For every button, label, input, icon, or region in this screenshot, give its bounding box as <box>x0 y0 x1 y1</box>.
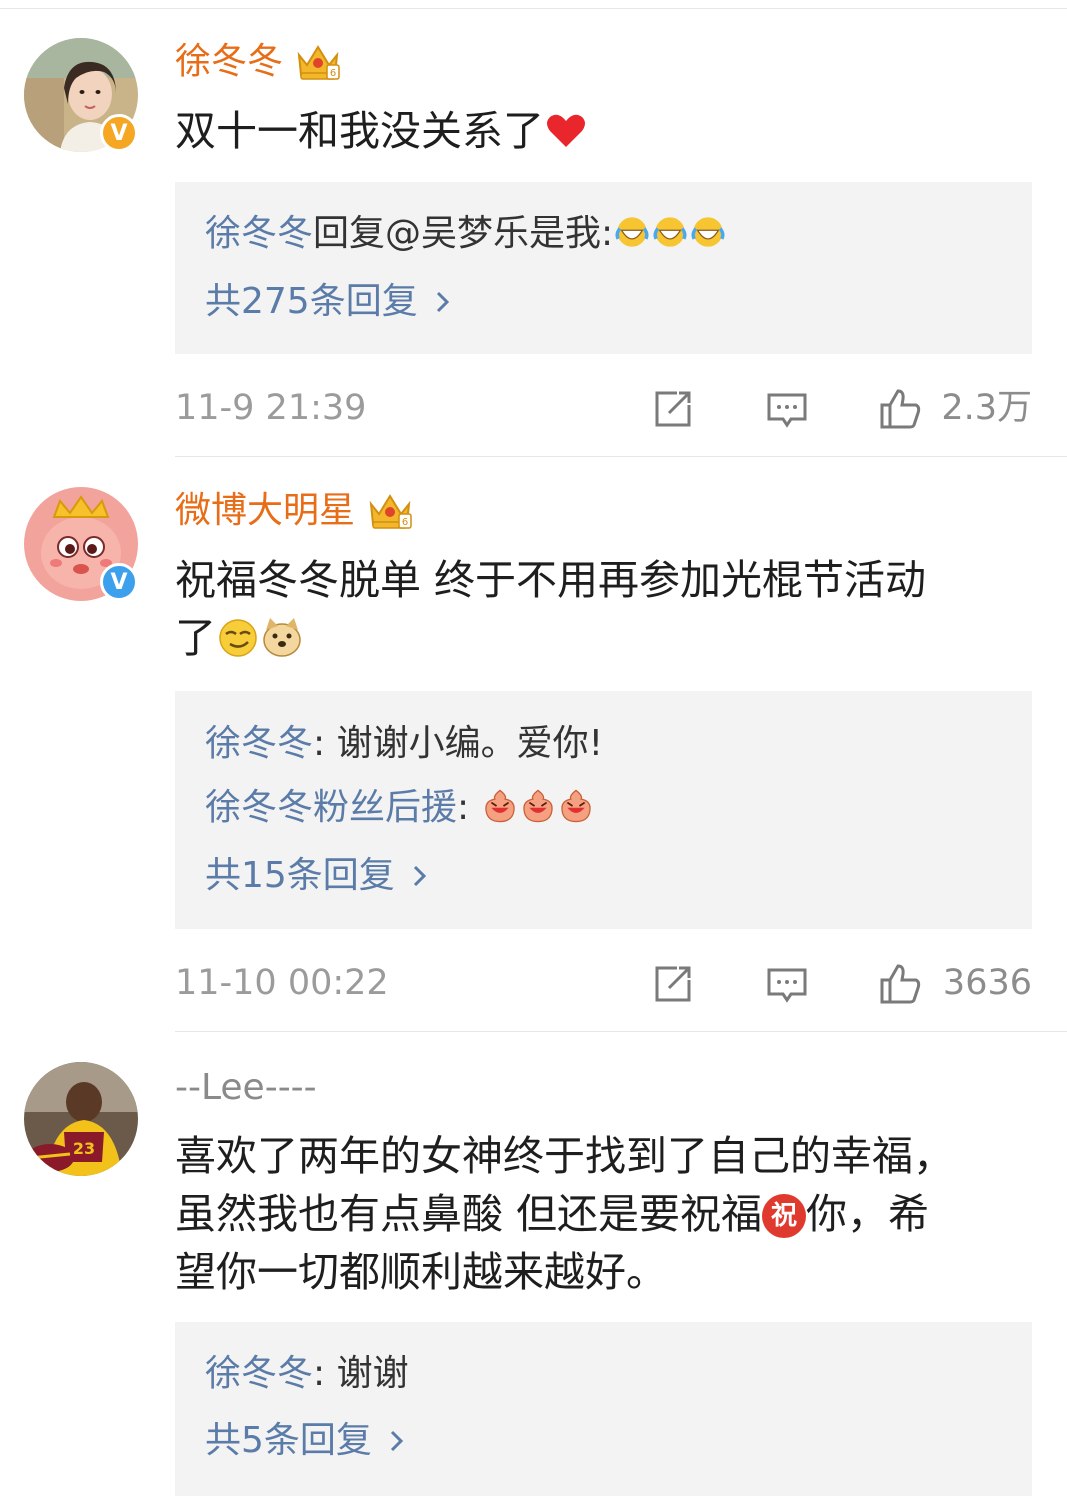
comment-text: 喜欢了两年的女神终于找到了自己的幸福， 虽然我也有点鼻酸 但还是要祝福祝你，希 … <box>175 1127 1025 1301</box>
chevron-right-icon <box>390 1430 404 1452</box>
comment-text-content: 了 <box>175 614 216 662</box>
comment-meta: 11-10 00:22 3636 <box>175 958 1032 1008</box>
more-replies-text[interactable]: 共15条回复 <box>205 854 395 898</box>
comment-text-content: 双十一和我没关系了 <box>175 107 544 155</box>
comment-text: 祝福冬冬脱单 终于不用再参加光棍节活动 了 <box>175 551 1025 667</box>
comment-text-content: 虽然我也有点鼻酸 但还是要祝福 <box>175 1190 763 1238</box>
reply-box[interactable]: 徐冬冬: 谢谢小编。爱你! 徐冬冬粉丝后援: 共15条回复 <box>175 691 1032 929</box>
comment-text-line: 了 <box>175 609 1025 667</box>
reply-username[interactable]: 徐冬冬粉丝后援 <box>205 787 457 828</box>
cute-laugh-emoji <box>522 789 553 823</box>
reply-item[interactable]: 徐冬冬粉丝后援: <box>205 786 595 830</box>
like-icon[interactable] <box>878 387 922 431</box>
username[interactable]: 徐冬冬 6 <box>175 40 341 84</box>
username-text[interactable]: --Lee---- <box>175 1066 317 1110</box>
divider <box>175 1031 1067 1032</box>
reply-item[interactable]: 徐冬冬: 谢谢小编。爱你! <box>205 722 603 766</box>
reply-text: 回复@吴梦乐是我: <box>313 213 614 254</box>
blessing-badge-icon: 祝 <box>762 1194 807 1238</box>
username-text[interactable]: 徐冬冬 <box>175 40 283 84</box>
reply-item[interactable]: 徐冬冬: 谢谢 <box>205 1352 409 1396</box>
comment-meta: 11-9 21:39 2.3万 <box>175 383 1032 433</box>
timestamp: 11-9 21:39 <box>175 388 367 428</box>
comment-text-line: 望你一切都顺利越来越好。 <box>175 1248 667 1296</box>
svg-text:23: 23 <box>73 1139 95 1158</box>
repost-icon[interactable] <box>651 387 695 431</box>
laugh-cry-emoji <box>653 217 687 247</box>
laugh-cry-emoji <box>691 217 725 247</box>
avatar[interactable]: 23 <box>24 1062 138 1176</box>
verified-badge: V <box>100 563 138 601</box>
more-replies-text[interactable]: 共5条回复 <box>205 1419 372 1463</box>
top-divider <box>0 8 1067 9</box>
more-replies-text[interactable]: 共275条回复 <box>205 280 418 324</box>
reply-username[interactable]: 徐冬冬 <box>205 1353 313 1394</box>
crown-icon: 6 <box>297 45 340 80</box>
reply-item[interactable]: 徐冬冬回复@吴梦乐是我: <box>205 212 727 256</box>
smirk-emoji <box>219 619 257 657</box>
reply-text: : 谢谢 <box>313 1353 409 1394</box>
like-icon[interactable] <box>878 962 922 1006</box>
doge-emoji <box>263 618 301 657</box>
divider <box>175 456 1067 457</box>
more-replies-link[interactable]: 共5条回复 <box>205 1419 408 1463</box>
cute-laugh-emoji <box>560 789 591 823</box>
chevron-right-icon <box>413 865 426 887</box>
reply-username[interactable]: 徐冬冬 <box>205 213 313 254</box>
comment-text-line: 祝福冬冬脱单 终于不用再参加光棍节活动 <box>175 556 927 604</box>
crown-icon: 6 <box>369 494 412 529</box>
reply-text: : 谢谢小编。爱你! <box>313 723 604 764</box>
timestamp: 11-10 00:22 <box>175 963 389 1003</box>
comment-text-line: 虽然我也有点鼻酸 但还是要祝福祝你，希 <box>175 1185 1025 1243</box>
comment-text-content: 你，希 <box>806 1190 930 1238</box>
more-replies-link[interactable]: 共15条回复 <box>205 854 431 898</box>
username[interactable]: --Lee---- <box>175 1066 317 1110</box>
chevron-right-icon <box>436 291 449 313</box>
comment-icon[interactable] <box>765 387 809 431</box>
username[interactable]: 微博大明星 6 <box>175 489 413 533</box>
comment-text: 双十一和我没关系了 <box>175 102 1025 160</box>
comment-icon[interactable] <box>765 962 809 1006</box>
repost-icon[interactable] <box>651 962 695 1006</box>
reply-text: : <box>457 787 481 828</box>
cute-laugh-emoji <box>484 789 515 823</box>
reply-box[interactable]: 徐冬冬回复@吴梦乐是我: 共275条回复 <box>175 182 1032 354</box>
svg-text:6: 6 <box>402 517 408 528</box>
more-replies-link[interactable]: 共275条回复 <box>205 280 454 324</box>
reply-username[interactable]: 徐冬冬 <box>205 723 313 764</box>
username-text[interactable]: 微博大明星 <box>175 489 355 533</box>
svg-text:6: 6 <box>330 68 336 79</box>
verified-badge: V <box>100 114 138 152</box>
laugh-cry-emoji <box>615 217 649 247</box>
comment-text-line: 喜欢了两年的女神终于找到了自己的幸福， <box>175 1132 954 1180</box>
reply-box[interactable]: 徐冬冬: 谢谢 共5条回复 <box>175 1322 1032 1496</box>
heart-icon <box>547 114 585 147</box>
like-count: 3636 <box>942 963 1032 1003</box>
like-count: 2.3万 <box>941 388 1032 428</box>
